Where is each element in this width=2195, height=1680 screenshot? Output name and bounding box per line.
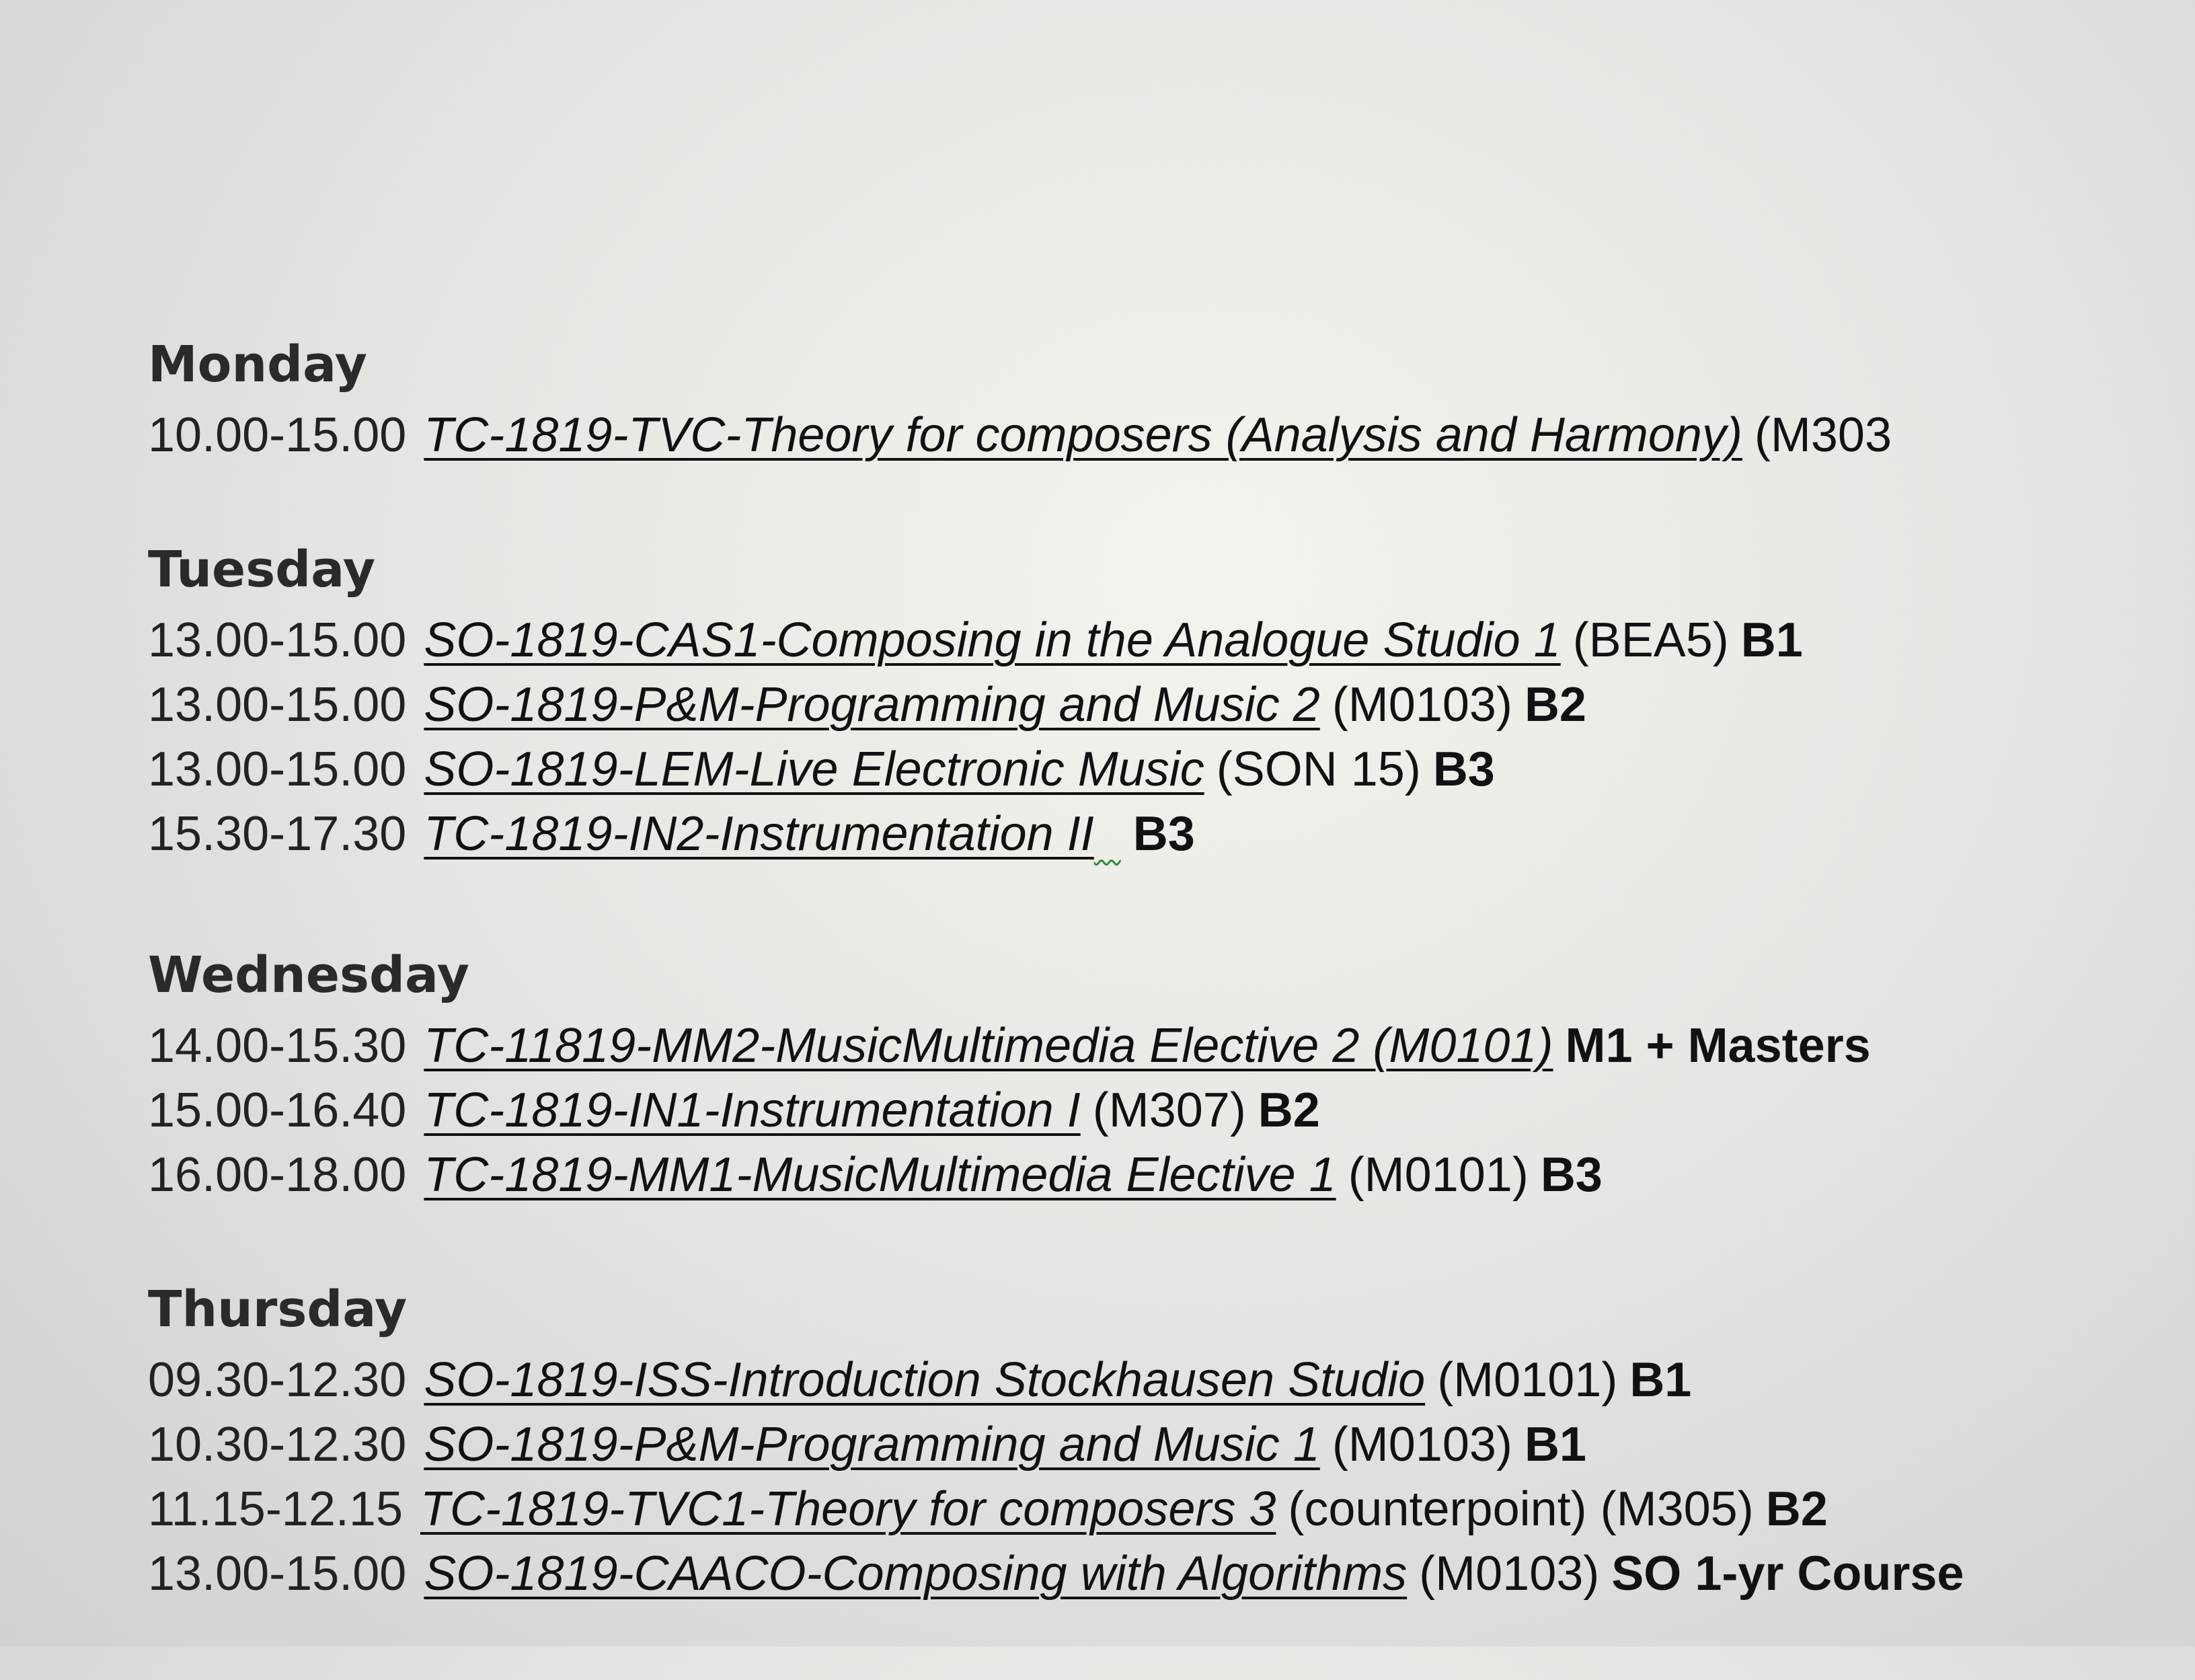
course-link[interactable]: TC-1819-IN2-Instrumentation II [424,807,1093,861]
group-label: B2 [1524,678,1586,732]
group-label: B1 [1629,1353,1692,1408]
group-label: B1 [1740,613,1803,668]
schedule-row: 10.30-12.30 SO-1819-P&M-Programming and M… [148,1412,2165,1477]
room-label: (M0103) [1332,1418,1512,1472]
schedule-document: Monday 10.00-15.00 TC-1819-TVC-Theory for… [148,336,2165,1680]
time-range: 15.00-16.40 [148,1083,407,1138]
course-link[interactable]: SO-1819-P&M-Programming and Music 2 [424,678,1320,732]
group-label: B3 [1432,742,1495,797]
room-label: (counterpoint) (M305) [1288,1482,1754,1537]
schedule-row: 15.00-16.40 TC-1819-IN1-Instrumentation I… [148,1078,2165,1143]
room-label: (BEA5) [1572,613,1729,668]
time-range: 14.00-15.30 [148,1019,407,1073]
room-label: (M0101) [1348,1148,1529,1202]
time-range: 13.00-15.00 [148,613,407,668]
time-range: 10.30-12.30 [148,1418,407,1472]
schedule-row: 13.00-15.00 SO-1819-CAACO-Composing with … [148,1541,2165,1606]
room-label: (M303 [1754,408,1892,463]
schedule-row: 13.00-15.00 SO-1819-CAS1-Composing in the… [148,608,2165,673]
course-link[interactable]: SO-1819-P&M-Programming and Music 1 [424,1418,1320,1472]
time-range: 16.00-18.00 [148,1148,407,1202]
group-label: B2 [1765,1482,1828,1537]
course-link[interactable]: SO-1819-LEM-Live Electronic Music [424,742,1204,796]
schedule-row: 13.00-15.00 SO-1819-LEM-Live Electronic M… [148,737,2165,802]
time-range: 13.00-15.00 [148,1547,407,1601]
day-block-monday: Monday 10.00-15.00 TC-1819-TVC-Theory for… [148,336,2165,467]
group-label: B2 [1258,1083,1320,1138]
schedule-row: 16.00-18.00 TC-1819-MM1-MusicMultimedia E… [148,1143,2165,1207]
day-heading-tuesday: Tuesday [148,541,376,599]
group-label: SO 1-yr Course [1611,1547,1964,1601]
room-label: (M0101) [1437,1353,1618,1408]
course-link[interactable]: TC-1819-TVC1-Theory for composers 3 [420,1482,1276,1536]
day-block-wednesday: Wednesday 14.00-15.30 TC-11819-MM2-MusicM… [148,947,2165,1207]
time-range: 13.00-15.00 [148,678,407,732]
room-label: (SON 15) [1216,742,1421,797]
time-range: 10.00-15.00 [148,408,407,463]
course-link[interactable]: TC-1819-IN1-Instrumentation I [424,1083,1080,1137]
course-link[interactable]: SO-1819-ISS-Introduction Stockhausen Stu… [424,1353,1425,1407]
day-block-thursday: Thursday 09.30-12.30 SO-1819-ISS-Introduc… [148,1281,2165,1606]
group-label: B3 [1540,1148,1603,1202]
course-link[interactable]: TC-1819-MM1-MusicMultimedia Elective 1 [424,1148,1336,1202]
course-link[interactable]: TC-1819-TVC-Theory for composers (Analys… [424,408,1742,462]
course-link[interactable]: SO-1819-CAS1-Composing in the Analogue S… [424,613,1560,667]
group-label: B1 [1524,1418,1586,1472]
day-heading-wednesday: Wednesday [148,946,469,1005]
day-heading-monday: Monday [148,336,368,393]
schedule-row: 11.15-12.15 TC-1819-TVC1-Theory for compo… [148,1477,2165,1541]
schedule-row: 10.00-15.00 TC-1819-TVC-Theory for compos… [148,403,2165,467]
time-range: 15.30-17.30 [148,807,407,862]
schedule-row: 14.00-15.30 TC-11819-MM2-MusicMultimedia … [148,1014,2165,1078]
time-range: 13.00-15.00 [148,742,407,797]
course-link[interactable]: SO-1819-CAACO-Composing with Algorithms [424,1547,1407,1601]
group-label: B3 [1132,807,1195,862]
time-range: 09.30-12.30 [148,1353,407,1408]
spellcheck-squiggle [1094,807,1121,861]
schedule-row: 13.00-15.00 SO-1819-P&M-Programming and M… [148,673,2165,737]
room-label: (M0103) [1332,678,1512,732]
day-block-tuesday: Tuesday 13.00-15.00 SO-1819-CAS1-Composin… [148,541,2165,866]
time-range: 11.15-12.15 [148,1482,403,1537]
day-heading-thursday: Thursday [148,1281,408,1339]
room-label: (M0103) [1419,1547,1600,1601]
group-label: M1 + Masters [1565,1019,1871,1073]
schedule-row: 15.30-17.30 TC-1819-IN2-Instrumentation I… [148,802,2165,866]
schedule-row: 09.30-12.30 SO-1819-ISS-Introduction Stoc… [148,1348,2165,1412]
room-label: (M307) [1092,1083,1246,1138]
course-link[interactable]: TC-11819-MM2-MusicMultimedia Elective 2 … [424,1019,1553,1073]
